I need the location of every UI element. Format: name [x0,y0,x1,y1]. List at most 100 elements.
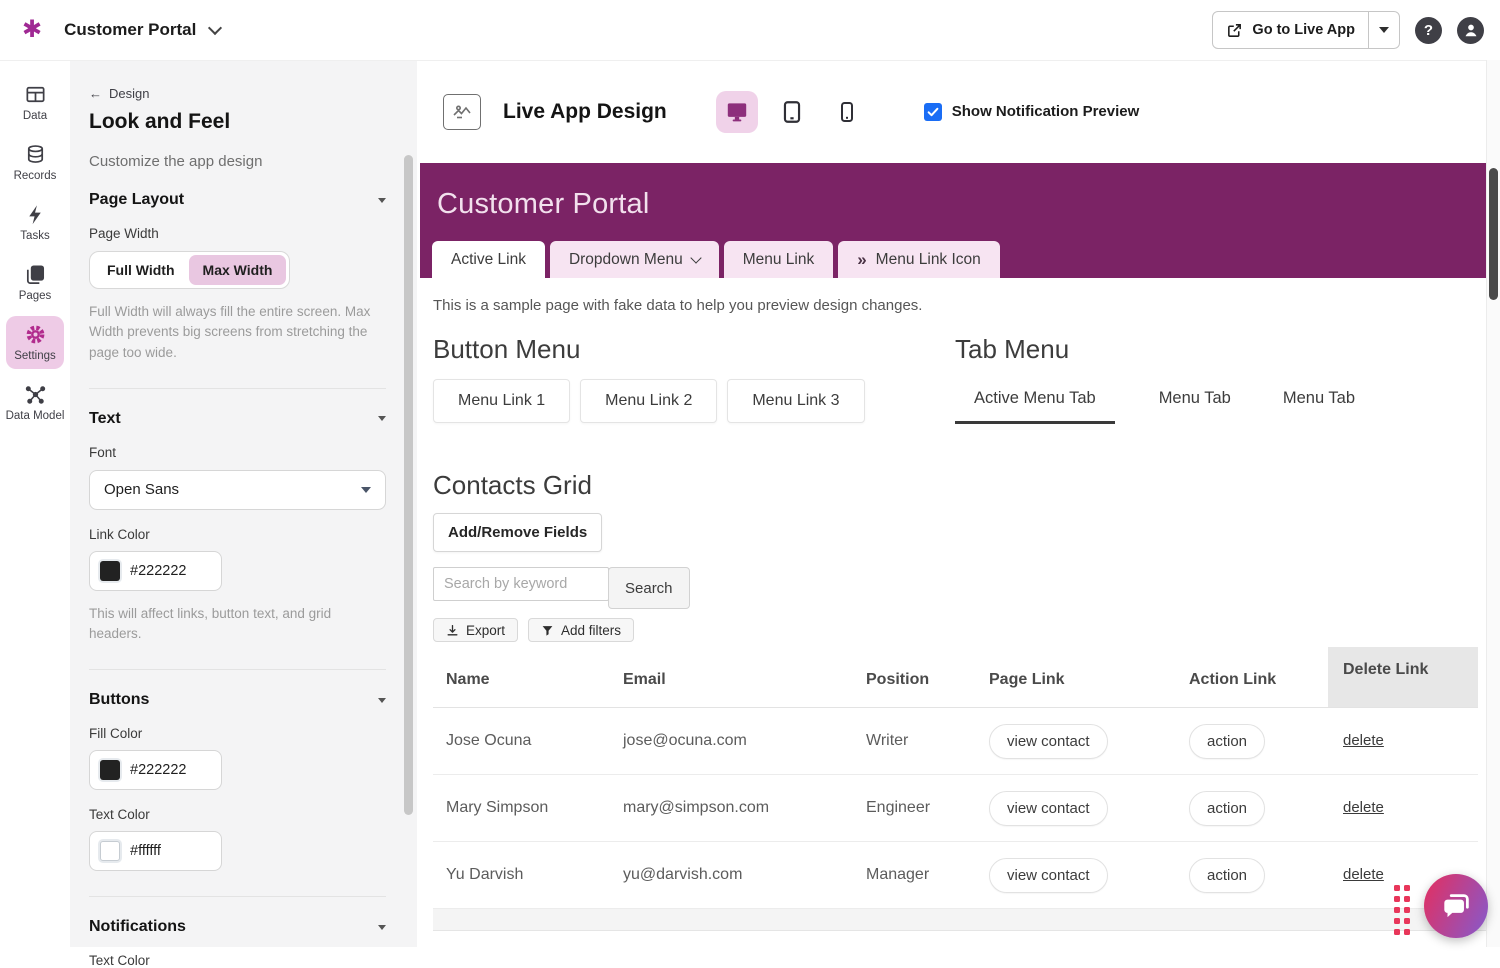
column-header-email[interactable]: Email [613,671,858,689]
nav-tab-active-link[interactable]: Active Link [432,241,545,278]
section-heading: Text [89,409,121,427]
panel-subtitle: Customize the app design [89,153,263,170]
panel-scrollbar-thumb[interactable] [404,155,413,815]
primary-sidebar: Data Records Tasks Pages Settings Data M… [0,60,70,947]
app-logo-asterisk-icon[interactable]: ✱ [22,18,42,42]
column-header-position[interactable]: Position [858,671,983,689]
table-header-row: Name Email Position Page Link Action Lin… [433,647,1478,708]
checkmark-icon [927,107,939,116]
button-text-color-input[interactable]: #ffffff [89,831,222,872]
delete-link[interactable]: delete [1343,799,1384,816]
go-to-live-app-label: Go to Live App [1252,22,1355,38]
gear-icon [26,325,44,344]
button-text-color-value: #ffffff [130,843,161,860]
desktop-view-button[interactable] [715,90,758,133]
live-app-design-area: Live App Design Show Notification Previe… [417,60,1500,947]
export-button[interactable]: Export [433,618,519,642]
delete-link[interactable]: delete [1343,866,1384,883]
sidebar-item-settings[interactable]: Settings [6,316,64,369]
go-to-live-app-button[interactable]: Go to Live App [1213,12,1368,48]
notification-checkbox-label[interactable]: Show Notification Preview [952,103,1140,120]
search-input[interactable] [433,567,609,601]
action-button[interactable]: action [1189,857,1266,893]
view-contact-button[interactable]: view contact [989,790,1108,826]
go-to-live-app-dropdown-button[interactable] [1368,12,1399,48]
column-header-name[interactable]: Name [433,671,613,689]
add-filters-button[interactable]: Add filters [528,618,635,642]
max-width-option[interactable]: Max Width [188,255,287,285]
nav-tab-menu-link[interactable]: Menu Link [723,241,834,278]
column-header-delete-link[interactable]: Delete Link [1328,647,1478,707]
sidebar-item-data-model[interactable]: Data Model [6,376,64,429]
chat-widget-button[interactable] [1424,874,1488,938]
menu-link-3-button[interactable]: Menu Link 3 [727,379,865,423]
full-width-option[interactable]: Full Width [93,255,189,285]
link-color-input[interactable]: #222222 [89,550,222,591]
question-mark-icon: ? [1423,21,1434,39]
tablet-view-button[interactable] [771,91,813,133]
fill-color-label: Fill Color [89,726,143,742]
sidebar-item-data[interactable]: Data [6,76,64,129]
view-contact-button[interactable]: view contact [989,723,1108,759]
app-title[interactable]: Customer Portal [64,20,196,40]
network-icon [25,386,45,404]
fill-color-input[interactable]: #222222 [89,750,222,791]
notification-preview-toggle: Show Notification Preview [923,102,1140,121]
preview-scrollbar-track[interactable] [1486,60,1500,947]
section-divider [89,896,386,898]
nav-tab-dropdown-menu[interactable]: Dropdown Menu [549,241,719,278]
collapse-caret-icon [378,416,386,422]
double-chevron-icon: » [857,249,867,269]
menus-row: Button Menu Menu Link 1 Menu Link 2 Menu… [433,334,1487,424]
nav-tab-menu-link-icon[interactable]: » Menu Link Icon [838,241,1000,278]
table-row: Mary Simpson mary@simpson.com Engineer v… [433,775,1478,842]
menu-link-1-button[interactable]: Menu Link 1 [433,379,571,423]
table-row: Yu Darvish yu@darvish.com Manager view c… [433,842,1478,909]
active-menu-tab[interactable]: Active Menu Tab [955,379,1115,424]
column-header-page-link[interactable]: Page Link [983,671,1183,689]
view-contact-button[interactable]: view contact [989,857,1108,893]
menu-link-2-button[interactable]: Menu Link 2 [580,379,718,423]
add-filters-label: Add filters [561,622,622,638]
search-button[interactable]: Search [608,567,690,609]
notification-text-color-label: Text Color [89,953,150,968]
menu-tab[interactable]: Menu Tab [1279,379,1359,421]
back-to-design-link[interactable]: ← Design [89,86,386,101]
section-divider [89,669,386,671]
phone-view-button[interactable] [826,91,868,133]
page-width-label: Page Width [89,226,159,241]
export-label: Export [466,622,506,638]
topbar-actions: Go to Live App ? [1212,11,1484,49]
link-color-label: Link Color [89,526,150,542]
font-select-value: Open Sans [104,481,180,499]
delete-link[interactable]: delete [1343,732,1384,749]
sidebar-item-tasks[interactable]: Tasks [6,196,64,249]
tab-menu-heading: Tab Menu [955,334,1070,364]
account-button[interactable] [1457,16,1484,44]
link-color-value: #222222 [130,562,187,579]
app-switcher-chevron-icon[interactable] [208,20,223,36]
column-header-action-link[interactable]: Action Link [1183,671,1328,689]
notification-checkbox[interactable] [923,102,942,121]
section-text[interactable]: Text [89,410,386,428]
section-page-layout[interactable]: Page Layout [89,191,386,209]
sidebar-item-pages[interactable]: Pages [6,256,64,309]
cell-position: Engineer [866,799,931,816]
action-button[interactable]: action [1189,723,1266,759]
contacts-grid-heading: Contacts Grid [433,470,592,500]
menu-tab[interactable]: Menu Tab [1155,379,1235,421]
drag-handle-dots[interactable] [1394,885,1410,935]
button-menu-heading: Button Menu [433,334,581,364]
section-buttons[interactable]: Buttons [89,691,386,709]
tab-menu-section: Tab Menu Active Menu Tab Menu Tab Menu T… [955,334,1487,424]
nav-tab-label: Menu Link Icon [875,250,981,268]
action-button[interactable]: action [1189,790,1266,826]
collapse-caret-icon [378,697,386,703]
font-select[interactable]: Open Sans [89,469,386,510]
panel-title: Look and Feel [89,110,231,133]
preview-scrollbar-thumb[interactable] [1489,168,1498,300]
help-button[interactable]: ? [1415,16,1442,44]
add-remove-fields-button[interactable]: Add/Remove Fields [433,513,603,552]
sidebar-item-records[interactable]: Records [6,136,64,189]
section-notifications[interactable]: Notifications [89,918,386,936]
